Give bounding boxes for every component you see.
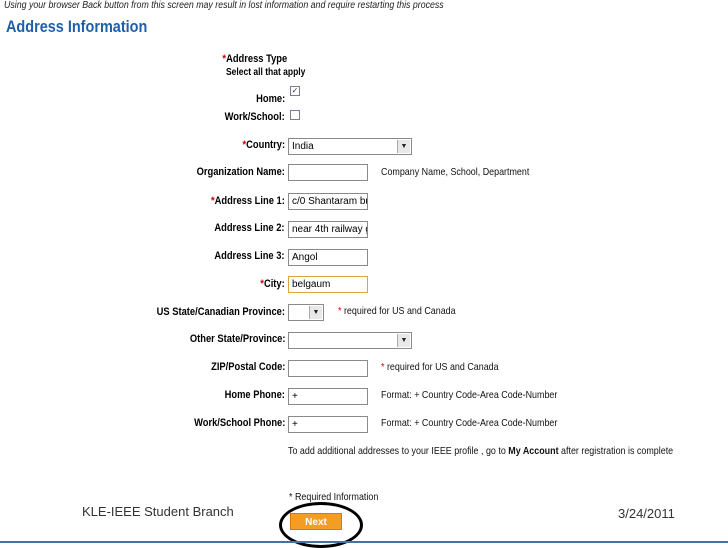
home-label: Home: [255, 93, 285, 105]
required-info-note: * Required Information [289, 491, 379, 503]
zip-hint: * required for US and Canada [381, 361, 499, 373]
bottom-divider [0, 541, 728, 543]
home-phone-hint: Format: + Country Code-Area Code-Number [381, 389, 558, 401]
us-state-label: US State/Canadian Province: [156, 306, 285, 318]
zip-label: ZIP/Postal Code: [210, 361, 285, 373]
work-school-checkbox[interactable] [290, 110, 300, 120]
address-type-text: Address Type [225, 53, 287, 65]
home-phone-input[interactable]: + [288, 388, 368, 405]
organization-input[interactable] [288, 164, 368, 181]
zip-input[interactable] [288, 360, 368, 377]
home-checkbox[interactable]: ✓ [290, 86, 300, 96]
country-text: Country: [246, 139, 285, 151]
us-state-select[interactable]: ▼ [288, 304, 324, 321]
footer-branch: KLE-IEEE Student Branch [82, 504, 234, 519]
organization-label: Organization Name: [196, 166, 285, 178]
work-phone-input[interactable]: + [288, 416, 368, 433]
address-line2-label: Address Line 2: [214, 222, 285, 234]
address-type-label: *Address Type [222, 53, 287, 65]
work-phone-hint: Format: + Country Code-Area Code-Number [381, 417, 558, 429]
work-school-label: Work/School: [224, 111, 285, 123]
city-text: City: [264, 278, 285, 290]
home-phone-label: Home Phone: [224, 389, 285, 401]
us-state-hint: * required for US and Canada [338, 305, 456, 317]
additional-note-suffix: after registration is complete [558, 445, 674, 457]
address-type-hint: Select all that apply [226, 67, 306, 78]
address-line3-label: Address Line 3: [214, 250, 285, 262]
other-state-select[interactable]: ▼ [288, 332, 412, 349]
zip-hint-text: required for US and Canada [384, 361, 499, 373]
address-line1-input[interactable]: c/0 Shantaram buildin [288, 193, 368, 210]
country-select[interactable]: India ▼ [288, 138, 412, 155]
address-line2-input[interactable]: near 4th railway gate [288, 221, 368, 238]
address-line3-input[interactable]: Angol [288, 249, 368, 266]
address-line1-text: Address Line 1: [214, 195, 285, 207]
my-account-link[interactable]: My Account [508, 445, 558, 457]
work-phone-label: Work/School Phone: [193, 417, 285, 429]
city-label: *City: [261, 278, 285, 290]
other-state-label: Other State/Province: [189, 333, 285, 345]
city-input[interactable]: belgaum [288, 276, 368, 293]
page-title: Address Information [6, 17, 148, 36]
chevron-down-icon: ▼ [397, 140, 410, 153]
chevron-down-icon: ▼ [397, 334, 410, 347]
address-line1-label: *Address Line 1: [211, 195, 285, 207]
additional-note-prefix: To add additional addresses to your IEEE… [288, 445, 509, 457]
chevron-down-icon: ▼ [309, 306, 322, 319]
organization-hint: Company Name, School, Department [381, 166, 530, 178]
additional-address-note: To add additional addresses to your IEEE… [288, 445, 673, 457]
back-button-warning: Using your browser Back button from this… [4, 0, 444, 11]
us-state-hint-text: required for US and Canada [341, 305, 456, 317]
footer-date: 3/24/2011 [618, 506, 675, 521]
country-value: India [292, 141, 314, 152]
country-label: *Country: [242, 139, 285, 151]
